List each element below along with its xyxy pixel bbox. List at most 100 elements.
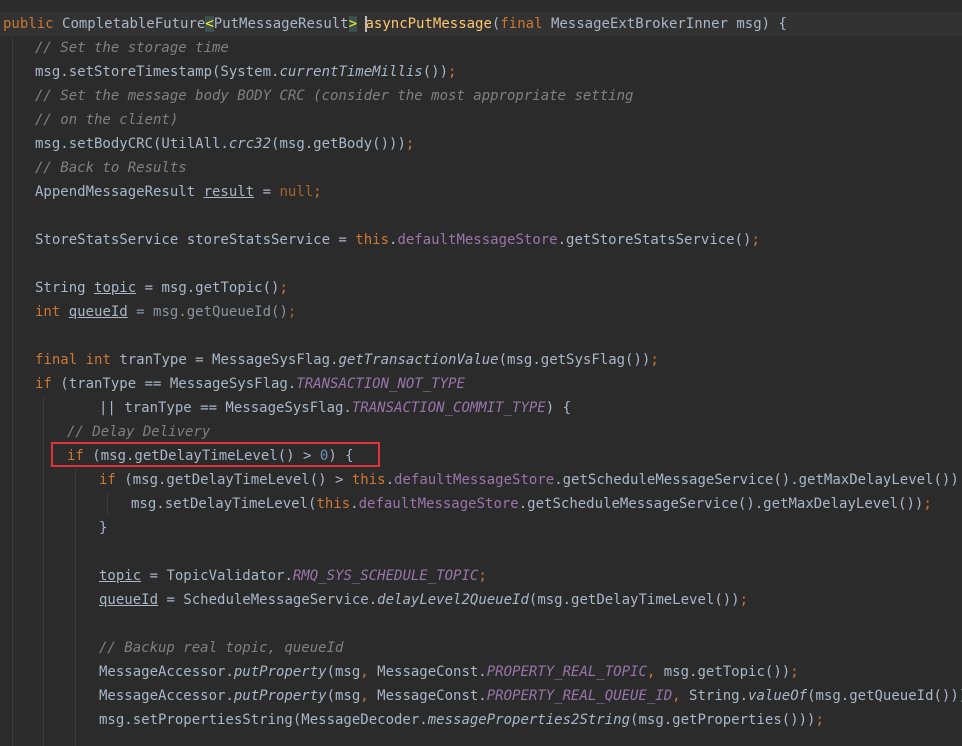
code-token: (msg.getProperties())) (630, 712, 816, 728)
code-line[interactable]: msg.setDelayTimeLevel(this.defaultMessag… (0, 492, 962, 516)
code-line[interactable]: // Set the message body BODY CRC (consid… (0, 84, 962, 108)
static-method: putProperty (233, 688, 327, 704)
static-field: RMQ_SYS_SCHEDULE_TOPIC (292, 568, 479, 584)
semicolon: ; (790, 664, 799, 680)
code-token: tranType = MessageSysFlag. (110, 352, 339, 368)
code-comment: // Back to Results (35, 160, 187, 176)
code-line[interactable]: MessageAccessor.putProperty(msg, Message… (0, 660, 962, 684)
comma: , (646, 664, 664, 680)
semicolon: ; (448, 64, 457, 80)
static-method: getTransactionValue (338, 352, 499, 368)
static-field: PROPERTY_REAL_QUEUE_ID (486, 688, 673, 704)
code-line[interactable]: final int tranType = MessageSysFlag.getT… (0, 348, 962, 372)
code-line[interactable]: // Back to Results (0, 156, 962, 180)
keyword: public (3, 16, 54, 32)
code-token: = msg.getQueueId() (127, 304, 288, 320)
code-line[interactable]: if (tranType == MessageSysFlag.TRANSACTI… (0, 372, 962, 396)
variable: topic (99, 568, 142, 584)
static-method: valueOf (748, 688, 808, 704)
keyword: final (500, 16, 543, 32)
code-token: (msg.getDelayTimeLevel() > (115, 472, 352, 488)
code-token: msg.setDelayTimeLevel( (131, 496, 317, 512)
comma: , (360, 688, 378, 704)
code-token: msg.setBodyCRC(UtilAll. (35, 136, 229, 152)
semicolon: ; (923, 496, 932, 512)
code-line[interactable]: StoreStatsService storeStatsService = th… (0, 228, 962, 252)
code-line[interactable]: public CompletableFuture<PutMessageResul… (0, 12, 962, 36)
code-line[interactable]: if (msg.getDelayTimeLevel() > this.defau… (0, 468, 962, 492)
static-method: putProperty (233, 664, 327, 680)
code-token: || tranType == MessageSysFlag. (99, 400, 352, 416)
keyword: int (85, 352, 111, 368)
keyword: int (35, 304, 61, 320)
static-method: messageProperties2String (427, 712, 631, 728)
semicolon: ; (313, 184, 322, 200)
code-line[interactable]: // on the client) (0, 108, 962, 132)
code-line[interactable]: String topic = msg.getTopic(); (0, 276, 962, 300)
code-line[interactable]: } (0, 516, 962, 540)
static-field: TRANSACTION_COMMIT_TYPE (351, 400, 546, 416)
code-line[interactable]: // Set the storage time (0, 36, 962, 60)
code-token: = ScheduleMessageService. (158, 592, 378, 608)
code-line[interactable]: // Delay Delivery (0, 420, 962, 444)
code-token: ()) (422, 64, 449, 80)
static-method: crc32 (228, 136, 272, 152)
code-token: (msg (326, 664, 361, 680)
code-token: = msg.getTopic() (136, 280, 280, 296)
code-token: (msg.getDelayTimeLevel()) (528, 592, 740, 608)
field-name: defaultMessageStore (394, 472, 555, 488)
code-line[interactable]: msg.setStoreTimestamp(System.currentTime… (0, 60, 962, 84)
code-line[interactable]: || tranType == MessageSysFlag.TRANSACTIO… (0, 396, 962, 420)
code-token: (msg.getBody())) (271, 136, 406, 152)
code-comment: // Backup real topic, queueId (99, 640, 344, 656)
bracket-match: < (205, 16, 214, 32)
code-line[interactable]: msg.setBodyCRC(UtilAll.crc32(msg.getBody… (0, 132, 962, 156)
static-method: delayLevel2QueueId (377, 592, 529, 608)
code-token: (msg.getSysFlag()) (498, 352, 651, 368)
keyword: this (316, 496, 351, 512)
type-name: PutMessageResult (213, 16, 349, 32)
code-line[interactable]: AppendMessageResult result = null; (0, 180, 962, 204)
semicolon: ; (739, 592, 749, 608)
variable: result (203, 184, 255, 200)
code-editor[interactable]: public CompletableFuture<PutMessageResul… (0, 0, 962, 746)
comma: , (672, 688, 690, 704)
code-line[interactable]: // Backup real topic, queueId (0, 636, 962, 660)
code-token: AppendMessageResult (35, 184, 204, 200)
keyword: this (355, 232, 390, 248)
code-comment: // Delay Delivery (67, 424, 211, 440)
code-comment: // Set the storage time (35, 40, 229, 56)
keyword: this (351, 472, 386, 488)
code-token: .getScheduleMessageService().getMaxDelay… (518, 496, 924, 512)
code-token: msg.setPropertiesString(MessageDecoder. (99, 712, 428, 728)
variable: topic (94, 280, 137, 296)
code-line[interactable]: queueId = ScheduleMessageService.delayLe… (0, 588, 962, 612)
static-field: PROPERTY_REAL_TOPIC (486, 664, 647, 680)
code-token: . (350, 496, 359, 512)
code-token: .getStoreStatsService() (557, 232, 752, 248)
field-name: defaultMessageStore (397, 232, 558, 248)
code-token: (msg.getQueueId())) (807, 688, 962, 704)
semicolon: ; (279, 280, 288, 296)
keyword: if (35, 376, 52, 392)
variable: queueId (99, 592, 159, 608)
semicolon: ; (405, 136, 415, 152)
code-comment: // on the client) (35, 112, 179, 128)
code-token: = TopicValidator. (141, 568, 293, 584)
semicolon: ; (478, 568, 487, 584)
code-token: String (35, 280, 95, 296)
code-token: msg.getTopic()) (663, 664, 791, 680)
code-token: MessageExtBrokerInner msg) { (542, 16, 787, 32)
code-token: String. (689, 688, 749, 704)
code-token: MessageAccessor. (99, 688, 234, 704)
code-line[interactable]: MessageAccessor.putProperty(msg, Message… (0, 684, 962, 708)
code-token: (tranType == MessageSysFlag. (51, 376, 297, 392)
highlight-annotation-box (51, 442, 380, 467)
code-line[interactable]: msg.setPropertiesString(MessageDecoder.m… (0, 708, 962, 732)
comma: , (360, 664, 378, 680)
method-name: asyncPutMessage (365, 16, 492, 32)
code-line[interactable]: topic = TopicValidator.RMQ_SYS_SCHEDULE_… (0, 564, 962, 588)
code-line[interactable]: int queueId = msg.getQueueId(); (0, 300, 962, 324)
